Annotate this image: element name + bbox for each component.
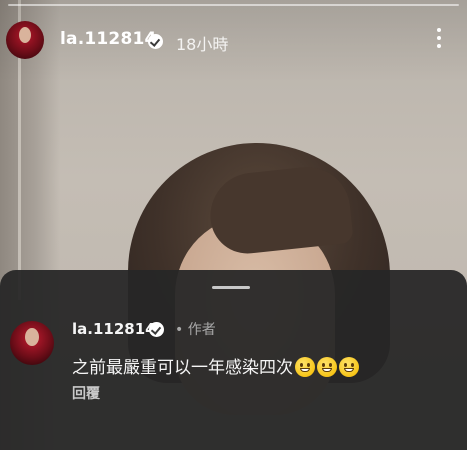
comment-author-avatar[interactable]	[10, 321, 54, 365]
reply-button[interactable]: 回覆	[72, 383, 100, 403]
sheet-drag-handle[interactable]	[212, 286, 250, 289]
comment-text-line: 之前最嚴重可以一年感染四次	[72, 353, 359, 378]
story-viewer[interactable]: la.112814 18小時 la.112814 • 作者 之前最嚴重可以一年感…	[0, 0, 467, 450]
story-header: la.112814 18小時	[0, 0, 467, 82]
verified-badge-icon	[148, 34, 163, 49]
story-timestamp: 18小時	[176, 35, 229, 54]
grinning-face-emoji-icon	[339, 357, 359, 377]
comments-sheet[interactable]: la.112814 • 作者 之前最嚴重可以一年感染四次 回覆	[0, 270, 467, 450]
comment-text: 之前最嚴重可以一年感染四次	[72, 358, 293, 378]
story-author-avatar[interactable]	[6, 21, 44, 59]
more-options-icon[interactable]	[432, 28, 446, 52]
grinning-face-emoji-icon	[295, 357, 315, 377]
verified-badge-icon	[149, 322, 164, 337]
story-author-username[interactable]: la.112814	[60, 29, 157, 49]
author-tag: • 作者	[175, 322, 216, 338]
comment-author-username[interactable]: la.112814	[72, 320, 156, 338]
story-progress-bar	[8, 4, 459, 6]
grinning-face-emoji-icon	[317, 357, 337, 377]
